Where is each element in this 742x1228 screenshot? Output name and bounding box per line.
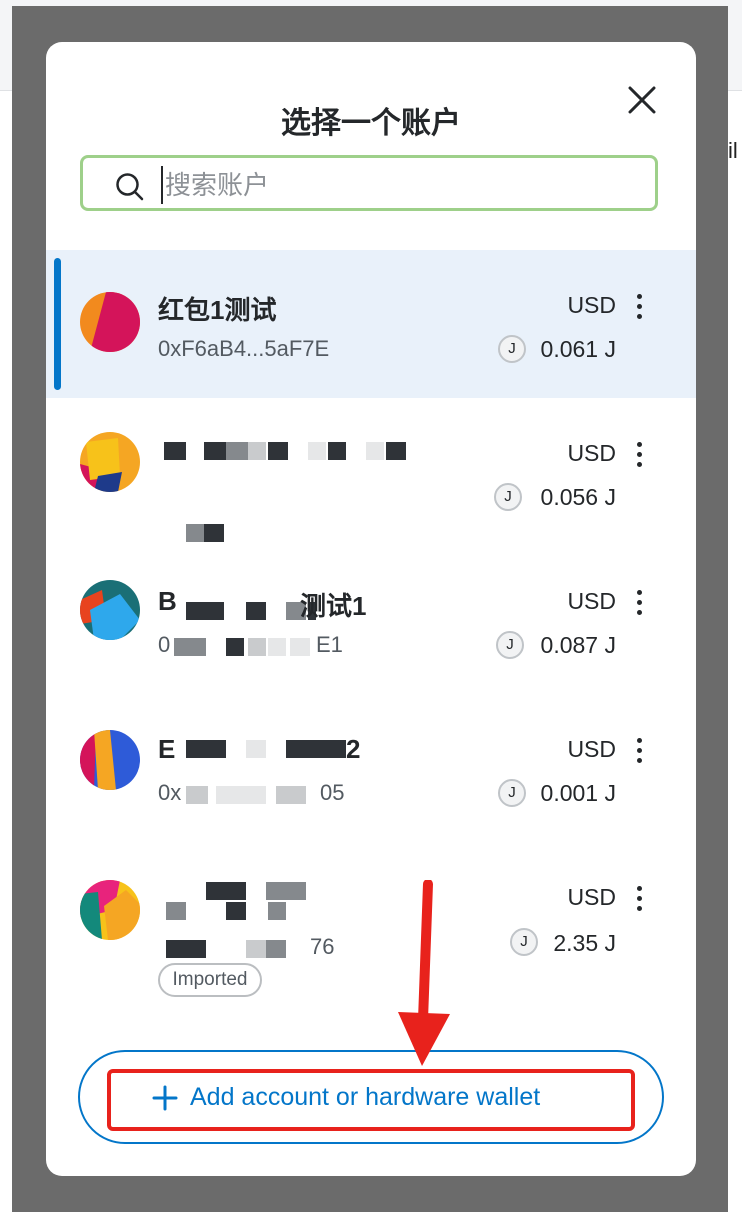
redacted-block (204, 524, 224, 542)
redacted-block (268, 902, 286, 920)
account-avatar (80, 432, 140, 492)
annotation-highlight-box (107, 1069, 635, 1131)
redacted-block (226, 638, 244, 656)
token-icon: J (510, 928, 538, 956)
token-icon: J (498, 335, 526, 363)
account-balance: 0.087 J (540, 632, 616, 658)
redacted-block (328, 442, 346, 460)
redacted-block (276, 786, 306, 804)
account-options-button[interactable] (632, 442, 646, 472)
redacted-block (166, 940, 206, 958)
close-button[interactable] (622, 80, 662, 120)
account-currency: USD (567, 884, 616, 910)
redacted-block (268, 638, 286, 656)
redacted-block (246, 940, 266, 958)
account-address-start: 0x (158, 780, 182, 805)
account-currency: USD (567, 292, 616, 318)
redacted-block (206, 602, 224, 620)
redacted-block (268, 442, 288, 460)
account-balance: 0.061 J (540, 336, 616, 362)
account-options-button[interactable] (632, 294, 646, 324)
account-row-2[interactable]: USD J 0.056 J (46, 398, 696, 546)
redacted-block (164, 442, 186, 460)
selected-indicator (54, 258, 61, 390)
redacted-block (188, 638, 206, 656)
account-balance: 0.001 J (540, 780, 616, 806)
redacted-block (248, 638, 266, 656)
account-address-end: E1 (316, 632, 343, 657)
redacted-block (246, 602, 266, 620)
account-avatar (80, 580, 140, 640)
redacted-block (266, 940, 286, 958)
redacted-block (186, 740, 226, 758)
account-row-4[interactable]: E 2 0x 05 USD J 0.001 J (46, 694, 696, 842)
account-name: 红包1测试 (158, 295, 277, 325)
token-icon: J (498, 779, 526, 807)
modal-title: 选择一个账户 (281, 107, 461, 140)
token-icon: J (496, 631, 524, 659)
account-address-end: 05 (320, 780, 345, 805)
account-avatar (80, 880, 140, 940)
background-edge-text: il (728, 138, 738, 163)
account-picker-modal: 选择一个账户 红包1测试 0xF6aB4...5aF7E USD J 0.061… (46, 42, 696, 1176)
search-input[interactable] (161, 166, 647, 204)
account-name-end: 测试1 (300, 591, 367, 621)
account-options-button[interactable] (632, 738, 646, 768)
redacted-block (186, 786, 208, 804)
redacted-block (290, 638, 310, 656)
redacted-block (226, 442, 248, 460)
account-balance: 0.056 J (540, 484, 616, 510)
account-options-button[interactable] (632, 886, 646, 916)
redacted-block (286, 740, 346, 758)
redacted-block (248, 442, 266, 460)
redacted-block (204, 442, 226, 460)
account-address-start: 0 (158, 632, 171, 657)
account-currency: USD (567, 588, 616, 614)
account-avatar (80, 292, 140, 352)
redacted-block (186, 602, 206, 620)
redacted-block (174, 638, 188, 656)
account-row-1[interactable]: 红包1测试 0xF6aB4...5aF7E USD J 0.061 J (46, 250, 696, 398)
redacted-block (266, 882, 306, 900)
annotation-arrow (398, 880, 450, 1066)
account-row-3[interactable]: B 测试1 0 E1 USD J 0.087 J (46, 546, 696, 694)
redacted-block (246, 740, 266, 758)
redacted-block (206, 882, 246, 900)
redacted-block (226, 902, 246, 920)
redacted-block (386, 442, 406, 460)
account-address-end: 76 (310, 934, 335, 959)
imported-badge: Imported (158, 963, 262, 997)
account-name-start: E (158, 734, 176, 764)
account-options-button[interactable] (632, 590, 646, 620)
search-box[interactable] (80, 155, 658, 211)
account-currency: USD (567, 736, 616, 762)
account-name-start: B (158, 586, 177, 616)
close-icon (628, 86, 656, 114)
redacted-block (216, 786, 266, 804)
redacted-block (166, 902, 186, 920)
redacted-block (366, 442, 384, 460)
account-avatar (80, 730, 140, 790)
token-icon: J (494, 483, 522, 511)
account-balance: 2.35 J (553, 930, 616, 956)
account-currency: USD (567, 440, 616, 466)
account-row-5[interactable]: 76 USD J 2.35 J (46, 842, 696, 990)
search-icon (116, 173, 144, 201)
redacted-block (186, 524, 204, 542)
redacted-block (308, 442, 326, 460)
account-address: 0xF6aB4...5aF7E (158, 336, 330, 361)
account-name-end: 2 (346, 734, 361, 764)
